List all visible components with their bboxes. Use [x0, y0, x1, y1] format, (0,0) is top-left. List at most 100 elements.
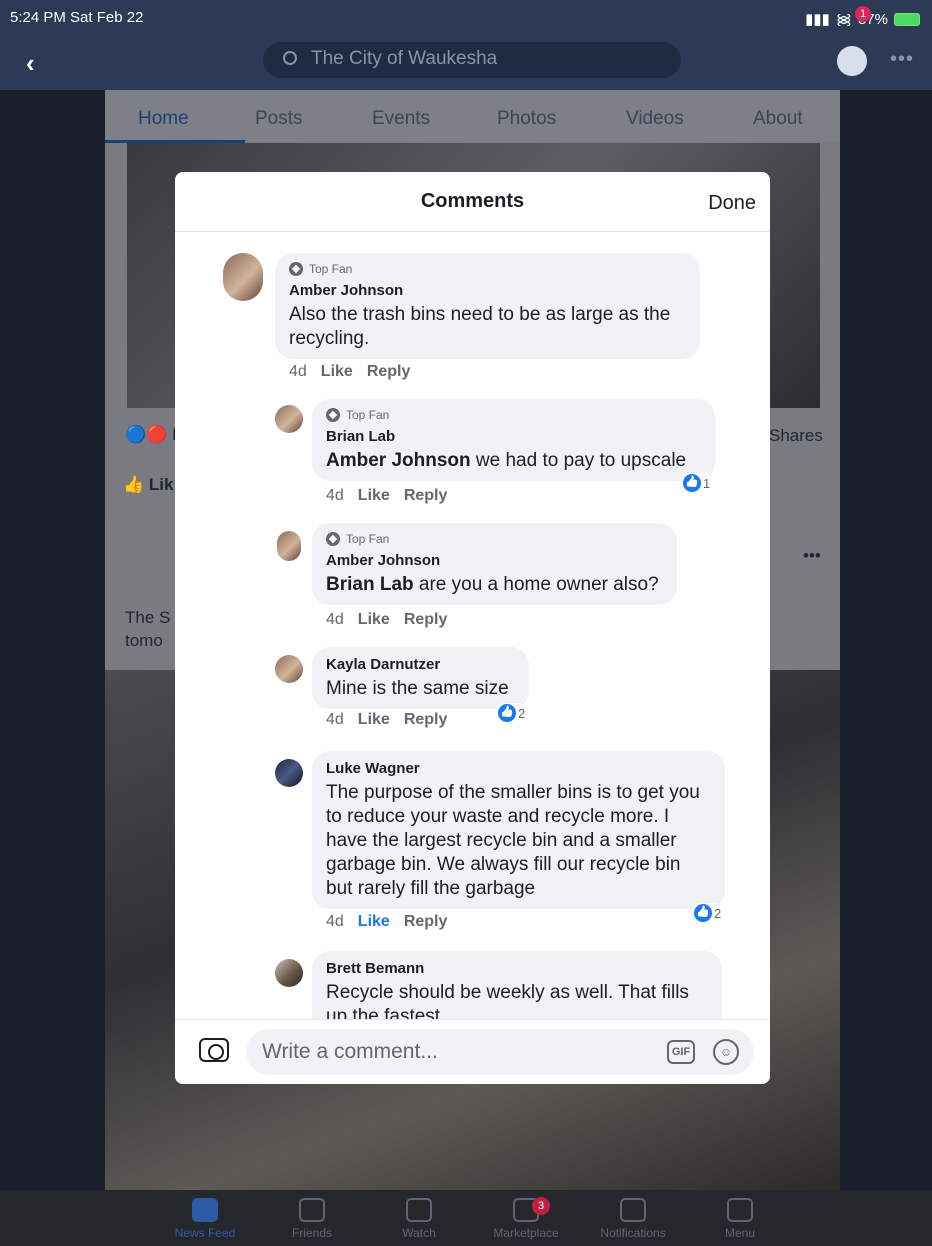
reply-button[interactable]: Reply — [404, 611, 448, 629]
comment-item: Kayla Darnutzer Mine is the same size 2 … — [175, 647, 770, 737]
avatar[interactable] — [275, 655, 303, 683]
reaction-count[interactable]: 1 — [680, 473, 714, 493]
comment-text: Amber Johnson we had to pay to upscale — [326, 450, 687, 471]
comment-author[interactable]: Luke Wagner — [326, 760, 711, 777]
messenger-icon[interactable] — [837, 46, 867, 76]
comment-text: Also the trash bins need to be as large … — [289, 304, 671, 349]
post-text-line1: The S — [125, 608, 171, 627]
tab-marketplace[interactable]: Marketplace — [476, 1198, 576, 1240]
avatar[interactable] — [275, 759, 303, 787]
comment-text: Recycle should be weekly as well. That f… — [326, 982, 689, 1019]
camera-icon[interactable] — [199, 1038, 229, 1062]
tab-menu[interactable]: Menu — [690, 1198, 790, 1240]
comment-text: Mine is the same size — [326, 678, 509, 699]
comment-item: Top Fan Amber Johnson Also the trash bin… — [175, 233, 770, 380]
comment-item: Brett Bemann Recycle should be weekly as… — [175, 951, 770, 1019]
tab-home[interactable]: Home — [138, 108, 189, 130]
comment-text: Brian Lab are you a home owner also? — [326, 574, 659, 595]
comment-age: 4d — [289, 363, 307, 380]
comment-bubble: Luke Wagner The purpose of the smaller b… — [312, 751, 725, 909]
comment-item: Top Fan Amber Johnson Brian Lab are you … — [175, 523, 770, 633]
marketplace-badge: 3 — [532, 1197, 550, 1215]
tab-posts[interactable]: Posts — [255, 108, 303, 130]
post-more-icon[interactable]: ••• — [803, 546, 821, 566]
thumbs-up-icon — [694, 904, 712, 922]
comment-text: The purpose of the smaller bins is to ge… — [326, 782, 700, 899]
top-fan-badge: Top Fan — [326, 532, 663, 546]
reaction-count[interactable]: 2 — [495, 703, 529, 723]
status-time: 5:24 PM Sat Feb 22 — [10, 9, 144, 26]
tab-events[interactable]: Events — [372, 108, 430, 130]
signal-icon: ▮▮▮ — [805, 11, 830, 28]
comment-bubble: Top Fan Amber Johnson Also the trash bin… — [275, 253, 700, 359]
reply-button[interactable]: Reply — [404, 487, 448, 505]
mention[interactable]: Amber Johnson — [326, 450, 471, 471]
back-icon[interactable]: ‹ — [26, 48, 35, 79]
search-text: The City of Waukesha — [311, 48, 498, 69]
top-fan-icon — [326, 408, 340, 422]
like-button[interactable]: Like — [321, 363, 353, 381]
modal-title: Comments — [420, 190, 525, 212]
tab-photos[interactable]: Photos — [497, 108, 556, 130]
tab-news-feed[interactable]: News Feed — [155, 1198, 255, 1240]
comment-bubble: Top Fan Amber Johnson Brian Lab are you … — [312, 523, 677, 605]
comment-age: 4d — [326, 913, 344, 930]
comment-item: Luke Wagner The purpose of the smaller b… — [175, 751, 770, 941]
comment-author[interactable]: Brett Bemann — [326, 960, 708, 977]
reply-button[interactable]: Reply — [367, 363, 411, 381]
top-fan-badge: Top Fan — [326, 408, 701, 422]
emoji-icon[interactable]: ☺ — [713, 1039, 739, 1065]
comments-list[interactable]: Top Fan Amber Johnson Also the trash bin… — [175, 233, 770, 1019]
tab-videos[interactable]: Videos — [626, 108, 684, 130]
like-button[interactable]: Like — [358, 487, 390, 505]
comment-composer: GIF ☺ — [175, 1019, 770, 1084]
reply-button[interactable]: Reply — [404, 913, 448, 931]
thumbs-up-icon — [683, 474, 701, 492]
mention[interactable]: Brian Lab — [326, 574, 414, 595]
comment-age: 4d — [326, 487, 344, 504]
tab-watch[interactable]: Watch — [369, 1198, 469, 1240]
status-bar: 5:24 PM Sat Feb 22 ▮▮▮ ᯼ 87% — [0, 0, 932, 34]
top-nav-bar: ‹ The City of Waukesha ••• — [0, 34, 932, 90]
avatar[interactable] — [277, 531, 301, 561]
friends-icon — [299, 1198, 325, 1222]
modal-header: Comments Done — [175, 172, 770, 232]
search-bar[interactable]: The City of Waukesha — [263, 42, 681, 78]
battery-icon — [894, 12, 920, 26]
top-fan-badge: Top Fan — [289, 262, 686, 276]
watch-icon — [406, 1198, 432, 1222]
avatar[interactable] — [275, 405, 303, 433]
comment-actions: 4d Like Reply — [326, 711, 447, 729]
bell-icon — [620, 1198, 646, 1222]
tab-friends[interactable]: Friends — [262, 1198, 362, 1240]
gif-icon[interactable]: GIF — [667, 1040, 695, 1064]
comment-bubble: Brett Bemann Recycle should be weekly as… — [312, 951, 722, 1019]
shares-count: Shares — [769, 426, 823, 445]
comment-age: 4d — [326, 611, 344, 628]
reply-button[interactable]: Reply — [404, 711, 448, 729]
like-button[interactable]: Like — [358, 711, 390, 729]
comment-actions: 4d Like Reply — [326, 913, 447, 931]
post-text-line2: tomo — [125, 631, 163, 650]
like-button[interactable]: Like — [358, 611, 390, 629]
tab-notifications[interactable]: Notifications — [583, 1198, 683, 1240]
comment-author[interactable]: Kayla Darnutzer — [326, 656, 515, 673]
page-tabs: Home Posts Events Photos Videos About — [105, 90, 840, 143]
avatar[interactable] — [223, 253, 263, 301]
like-button[interactable]: 👍 Lik — [123, 475, 173, 495]
more-options-icon[interactable]: ••• — [890, 48, 914, 71]
top-fan-icon — [289, 262, 303, 276]
like-button[interactable]: Like — [358, 913, 390, 931]
comment-age: 4d — [326, 711, 344, 728]
comment-author[interactable]: Amber Johnson — [289, 282, 686, 299]
comment-item: Top Fan Brian Lab Amber Johnson we had t… — [175, 399, 770, 509]
tab-about[interactable]: About — [753, 108, 803, 130]
comment-actions: 4d Like Reply — [326, 487, 447, 505]
reaction-count[interactable]: 2 — [691, 903, 725, 923]
comment-author[interactable]: Amber Johnson — [326, 552, 663, 569]
avatar[interactable] — [275, 959, 303, 987]
news-feed-icon — [192, 1198, 218, 1222]
done-button[interactable]: Done — [708, 192, 756, 215]
comment-author[interactable]: Brian Lab — [326, 428, 701, 445]
comment-bubble: Top Fan Brian Lab Amber Johnson we had t… — [312, 399, 715, 481]
